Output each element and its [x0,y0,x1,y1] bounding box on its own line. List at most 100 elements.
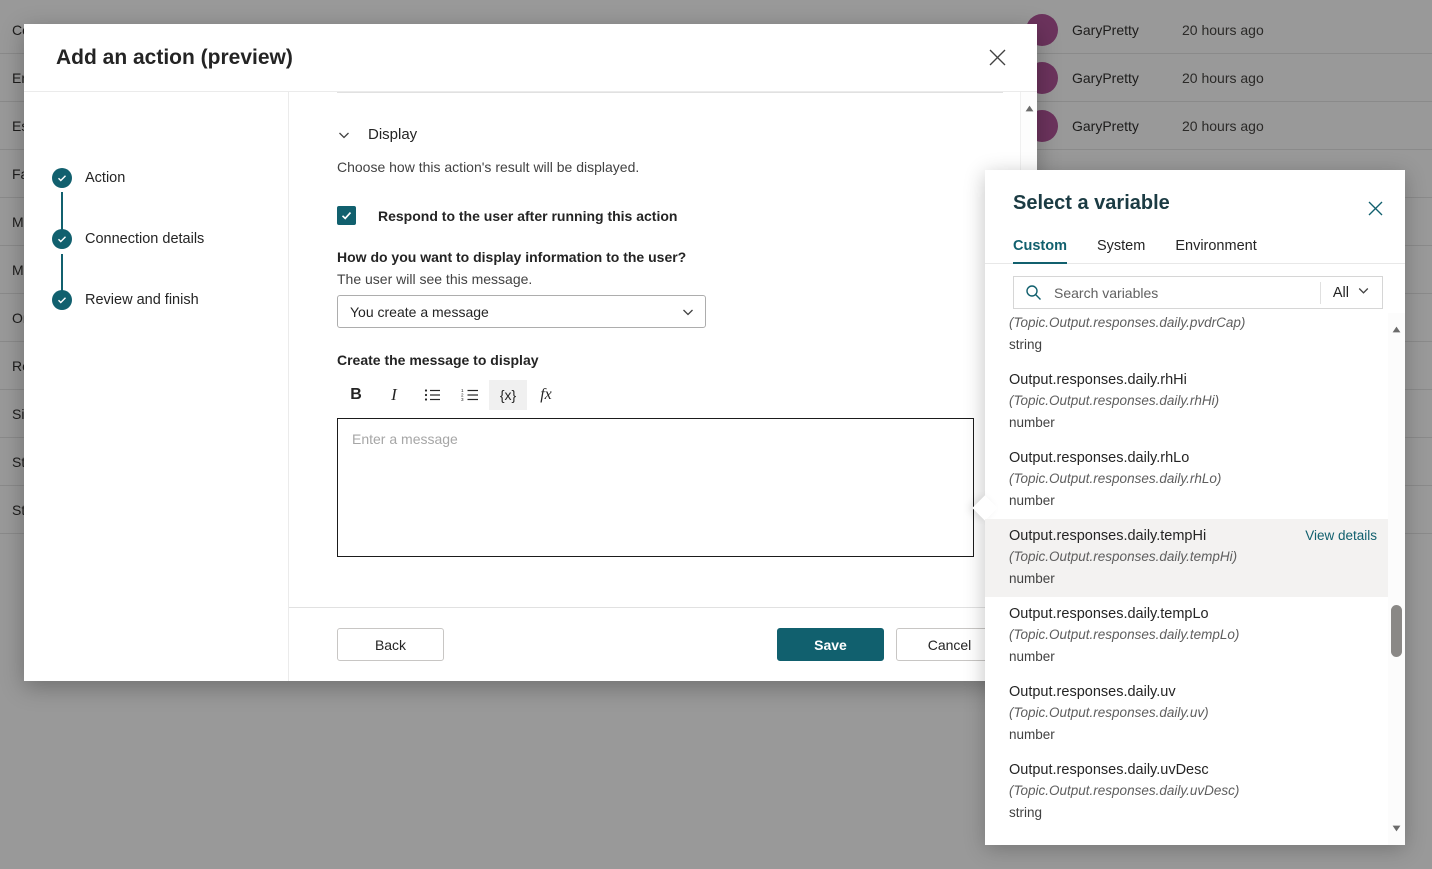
check-circle-icon [52,168,72,188]
wizard-step-review-and-finish[interactable]: Review and finish [24,286,288,314]
variable-list-item[interactable]: Output.responses.daily.rhLo (Topic.Output… [985,441,1405,519]
select-variable-flyout: Select a variable Custom System Environm… [972,170,1405,845]
variable-type: number [1009,571,1055,586]
variable-path: (Topic.Output.responses.daily.pvdrCap) [1009,315,1246,330]
variable-name: Output.responses.daily.tempHi [1009,528,1207,544]
variable-name: Output.responses.daily.rhLo [1009,450,1190,466]
search-input[interactable] [1052,283,1320,302]
variable-name: Output.responses.daily.tempLo [1009,606,1209,622]
variable-item-header: Output.responses.daily.rhHi [1009,370,1377,391]
bold-glyph: B [350,386,362,403]
back-button[interactable]: Back [337,628,444,661]
wizard-step-label: Action [85,170,126,186]
formula-icon[interactable]: fx [527,380,565,410]
variable-item-header: Output.responses.daily.rhLo [1009,448,1377,469]
close-icon[interactable] [977,38,1017,78]
variable-list-item[interactable]: Output.responses.daily.uv (Topic.Output.r… [985,675,1405,753]
wizard-steps: Action Connection details Review and fin… [24,92,289,681]
variable-item-header: Output.responses.daily.uv [1009,682,1377,703]
check-circle-icon [52,290,72,310]
variable-path: (Topic.Output.responses.daily.tempLo) [1009,627,1240,642]
insert-variable-icon[interactable]: {x} [489,380,527,410]
variable-path: (Topic.Output.responses.daily.tempHi) [1009,549,1238,564]
divider [337,92,1003,93]
numbered-list-icon[interactable]: 1 2 3 [451,380,489,410]
variable-list-item[interactable]: Output.responses.daily.tempHi View detail… [985,519,1405,597]
chevron-down-icon [1357,284,1370,301]
view-details-link[interactable]: View details [1305,528,1377,543]
wizard-connector [61,254,63,295]
insert-variable-glyph: {x} [499,387,517,403]
variable-name: Output.responses.daily.uv [1009,684,1176,700]
dialog-content-pane: Display Choose how this action's result … [289,92,1037,681]
checkbox-checked-icon[interactable] [337,206,356,225]
wizard-step-connection-details[interactable]: Connection details [24,225,288,253]
variable-path: (Topic.Output.responses.daily.uvDesc) [1009,783,1240,798]
variable-list-item[interactable]: (Topic.Output.responses.daily.pvdrCap) st… [985,313,1405,363]
variable-list-item[interactable]: Output.responses.daily.uvDesc (Topic.Outp… [985,753,1405,831]
variable-list-item[interactable]: Output.responses.daily.tempLo (Topic.Outp… [985,597,1405,675]
display-section-title: Display [368,126,418,143]
variable-type-filter-label: All [1332,284,1349,301]
respond-to-user-checkbox-row[interactable]: Respond to the user after running this a… [337,206,677,225]
variable-list[interactable]: (Topic.Output.responses.daily.pvdrCap) st… [985,313,1405,845]
message-editor-placeholder: Enter a message [352,431,458,447]
check-circle-icon [52,229,72,249]
formula-glyph: fx [540,386,552,403]
dialog-body: Action Connection details Review and fin… [24,92,1037,681]
wizard-connector [61,192,63,233]
variable-item-header: Output.responses.daily.tempHi View detail… [1009,526,1377,547]
variable-list-items: (Topic.Output.responses.daily.pvdrCap) st… [985,313,1405,831]
dialog-footer: Back Save Cancel [289,607,1037,681]
scrollbar-thumb[interactable] [1391,605,1402,657]
dialog-content-scroll-region: Display Choose how this action's result … [289,92,1037,607]
variable-list-scrollbar[interactable] [1388,313,1405,845]
variable-type: number [1009,493,1055,508]
bold-icon[interactable]: B [337,380,375,410]
variable-path: (Topic.Output.responses.daily.rhLo) [1009,471,1222,486]
display-mode-select[interactable]: You create a message [337,295,706,328]
tab-system[interactable]: System [1097,238,1145,263]
wizard-step-label: Review and finish [85,292,199,308]
italic-icon[interactable]: I [375,380,413,410]
display-question-label: How do you want to display information t… [337,249,687,265]
wizard-step-label: Connection details [85,231,205,247]
variable-path: (Topic.Output.responses.daily.uv) [1009,705,1209,720]
scroll-up-arrow-icon[interactable] [1021,100,1037,117]
display-section-description: Choose how this action's result will be … [337,159,640,175]
variable-path: (Topic.Output.responses.daily.rhHi) [1009,393,1220,408]
message-editor[interactable]: Enter a message [337,418,974,557]
display-question-subtext: The user will see this message. [337,271,533,287]
wizard-step-action[interactable]: Action [24,164,288,192]
svg-text:3: 3 [461,397,464,402]
tab-environment[interactable]: Environment [1175,238,1256,263]
tab-custom[interactable]: Custom [1013,238,1067,264]
italic-glyph: I [391,385,397,404]
rich-text-toolbar: B I 1 2 3 {x} fx [337,378,974,412]
create-message-label: Create the message to display [337,352,539,368]
search-icon [1014,284,1052,301]
variable-item-header: Output.responses.daily.tempLo [1009,604,1377,625]
add-action-dialog: Add an action (preview) Action Connectio… [24,24,1037,681]
scroll-up-arrow-icon[interactable] [1388,321,1405,338]
variable-type: number [1009,415,1055,430]
respond-to-user-label: Respond to the user after running this a… [378,207,678,224]
scroll-down-arrow-icon[interactable] [1388,820,1405,837]
variable-type: string [1009,337,1043,352]
display-mode-select-value: You create a message [350,303,489,320]
bulleted-list-icon[interactable] [413,380,451,410]
variable-type: number [1009,727,1055,742]
dialog-title: Add an action (preview) [56,45,293,69]
chevron-down-icon [681,305,695,319]
variable-name: Output.responses.daily.uvDesc [1009,762,1209,778]
dialog-header: Add an action (preview) [24,24,1037,92]
save-button[interactable]: Save [777,628,884,661]
chevron-down-icon [337,128,351,142]
variable-name: Output.responses.daily.rhHi [1009,372,1187,388]
variable-type: number [1009,649,1055,664]
display-section-header[interactable]: Display [337,126,417,143]
variable-list-item[interactable]: Output.responses.daily.rhHi (Topic.Output… [985,363,1405,441]
variable-type-filter-dropdown[interactable]: All [1321,284,1382,301]
flyout-tabs: Custom System Environment [985,224,1405,264]
close-icon[interactable] [1359,192,1391,224]
